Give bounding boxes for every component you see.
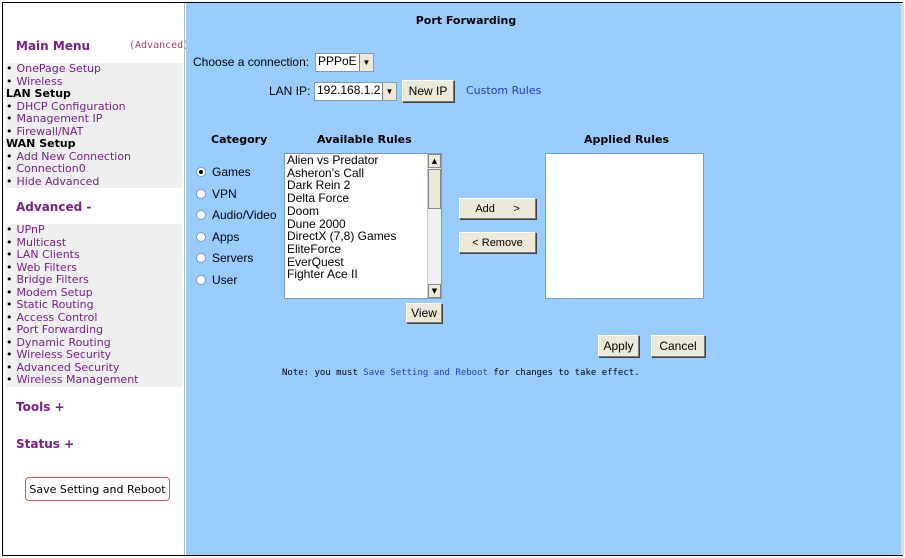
sidebar-item-port-forwarding[interactable]: Port Forwarding [6, 323, 182, 337]
note-save-reboot-link[interactable]: Save Setting and Reboot [363, 368, 488, 378]
lan-ip-label: LAN IP: [269, 84, 311, 98]
available-rules-header: Available Rules [317, 133, 412, 146]
connection-select[interactable]: PPPoE ▼ [315, 53, 374, 72]
note-suffix: for changes to take effect. [487, 368, 640, 378]
category-header: Category [211, 133, 268, 146]
main-menu-heading: Main Menu [16, 39, 91, 53]
sidebar-item-connection0[interactable]: Connection0 [6, 162, 182, 176]
save-reboot-button[interactable]: Save Setting and Reboot [25, 477, 170, 501]
new-ip-button[interactable]: New IP [402, 80, 454, 102]
category-label: Games [212, 165, 251, 179]
cancel-button[interactable]: Cancel [651, 335, 705, 357]
radio-icon[interactable] [196, 275, 206, 285]
main-menu-block: OnePage Setup Wireless LAN Setup DHCP Co… [6, 62, 182, 189]
status-heading[interactable]: Status + [16, 437, 74, 451]
wan-setup-heading: WAN Setup [6, 137, 76, 150]
radio-icon[interactable] [196, 189, 206, 199]
radio-icon[interactable] [196, 210, 206, 220]
radio-icon[interactable] [196, 232, 206, 242]
applied-rules-header: Applied Rules [584, 133, 670, 146]
category-radio-apps[interactable]: Apps [196, 230, 239, 244]
add-button[interactable]: Add > [459, 198, 536, 219]
category-label: Apps [212, 230, 240, 244]
radio-selected-icon[interactable] [196, 167, 206, 177]
note-prefix: Note: you must [282, 368, 364, 378]
advanced-heading[interactable]: Advanced - [16, 200, 91, 214]
category-radio-vpn[interactable]: VPN [196, 187, 237, 201]
scroll-down-icon[interactable]: ▼ [428, 284, 441, 298]
tools-heading[interactable]: Tools + [16, 400, 65, 414]
sidebar-item-wireless-management[interactable]: Wireless Management [6, 373, 182, 387]
advanced-tag[interactable]: (Advanced) [129, 40, 189, 51]
scroll-up-icon[interactable]: ▲ [428, 154, 441, 168]
sidebar-item-static-routing[interactable]: Static Routing [6, 298, 182, 312]
sidebar-item-onepage-setup[interactable]: OnePage Setup [6, 62, 182, 76]
sidebar-item-management-ip[interactable]: Management IP [6, 112, 182, 126]
page-title: Port Forwarding [415, 14, 517, 27]
sidebar: Main Menu (Advanced) OnePage Setup Wirel… [3, 3, 189, 555]
lan-ip-select-value: 192.168.1.2 [317, 83, 381, 97]
sidebar-item-upnp[interactable]: UPnP [6, 223, 182, 237]
chevron-down-icon[interactable]: ▼ [382, 83, 396, 100]
list-item[interactable]: Alien vs Predator [285, 154, 441, 167]
chevron-down-icon[interactable]: ▼ [359, 54, 373, 71]
category-radio-servers[interactable]: Servers [196, 251, 253, 265]
lan-ip-select[interactable]: 192.168.1.2 ▼ [314, 82, 397, 101]
connection-select-value: PPPoE [318, 54, 357, 68]
list-item[interactable]: Fighter Ace II [285, 268, 441, 281]
sidebar-item-wireless-security[interactable]: Wireless Security [6, 348, 182, 362]
sidebar-item-hide-advanced[interactable]: Hide Advanced [6, 175, 182, 189]
remove-button[interactable]: < Remove [459, 232, 536, 253]
sidebar-item-bridge-filters[interactable]: Bridge Filters [6, 273, 182, 287]
choose-connection-label: Choose a connection: [193, 55, 310, 69]
category-label: Audio/Video [212, 208, 277, 222]
category-radio-games[interactable]: Games [196, 165, 251, 179]
main-content: Port Forwarding Choose a connection: PPP… [186, 3, 901, 555]
scroll-thumb[interactable] [428, 169, 441, 209]
lan-setup-heading: LAN Setup [6, 87, 71, 100]
list-scrollbar[interactable]: ▲ ▼ [427, 154, 441, 298]
note-text: Note: you must Save Setting and Reboot f… [282, 368, 640, 378]
page-scrollbar[interactable] [901, 3, 904, 555]
category-label: User [212, 273, 238, 287]
radio-icon[interactable] [196, 253, 206, 263]
category-radio-user[interactable]: User [196, 273, 237, 287]
list-item[interactable]: EliteForce [285, 243, 441, 256]
available-rules-list[interactable]: Alien vs Predator Asheron's Call Dark Re… [284, 153, 442, 299]
list-item[interactable]: Doom [285, 205, 441, 218]
applied-rules-list[interactable] [545, 153, 704, 299]
sidebar-item-lan-clients[interactable]: LAN Clients [6, 248, 182, 262]
list-item[interactable]: Delta Force [285, 192, 441, 205]
category-radio-audio-video[interactable]: Audio/Video [196, 208, 277, 222]
advanced-menu-block: UPnP Multicast LAN Clients Web Filters B… [6, 223, 182, 387]
custom-rules-link[interactable]: Custom Rules [466, 84, 541, 97]
view-button[interactable]: View [406, 303, 442, 323]
category-label: VPN [212, 187, 237, 201]
category-label: Servers [212, 251, 254, 265]
apply-button[interactable]: Apply [598, 335, 639, 357]
